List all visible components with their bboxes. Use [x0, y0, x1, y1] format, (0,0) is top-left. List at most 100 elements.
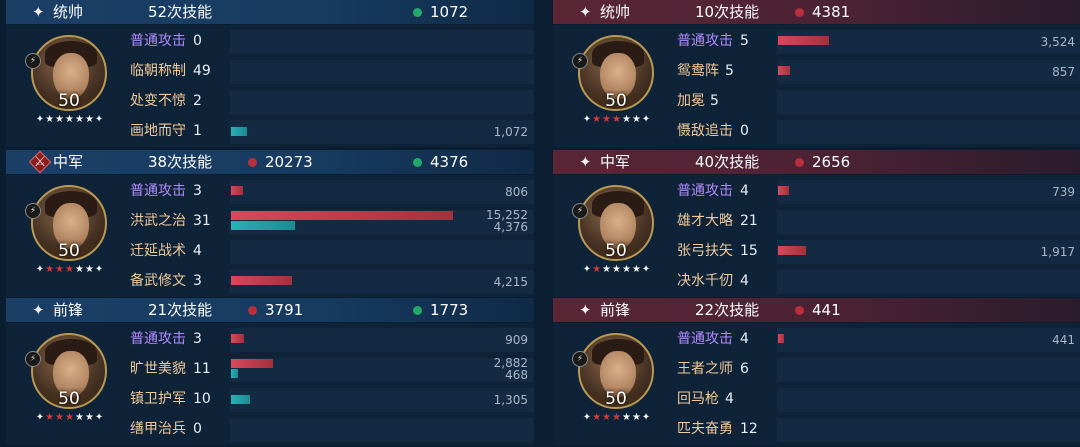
skill-use-count: 4 — [725, 391, 734, 407]
general-portrait[interactable]: ⚡ 50 ✦★★★★★✦ — [25, 331, 109, 443]
skill-row: 普通攻击 0 — [130, 29, 534, 55]
damage-total: 2656 — [795, 152, 850, 172]
general-header: ✦ 统帅 52次技能 1072 — [6, 0, 534, 24]
damage-value: 739 — [1052, 185, 1075, 199]
heal-bar — [231, 395, 250, 404]
skill-row: 匹夫奋勇 12 — [677, 417, 1080, 443]
sparkle-icon: ✦ — [579, 301, 592, 319]
level-label: 50 — [58, 241, 80, 261]
damage-bar — [231, 211, 453, 220]
skill-row: 镇卫护军 10 1,305 — [130, 387, 534, 413]
skill-name: 匹夫奋勇 — [677, 421, 733, 437]
skill-name: 张弓扶矢 — [677, 243, 733, 259]
heal-value: 1,072 — [493, 125, 528, 139]
skill-name: 处变不惊 — [130, 93, 186, 109]
damage-bar — [231, 334, 244, 343]
skill-row: 处变不惊 2 — [130, 89, 534, 115]
damage-value: 909 — [505, 333, 528, 347]
skill-bar-track — [777, 210, 1080, 234]
damage-value: 4381 — [812, 3, 851, 21]
skill-row: 画地而守 1 1,072 — [130, 119, 534, 145]
general-portrait[interactable]: ⚡ 50 ✦★★★★★✦ — [572, 331, 656, 443]
general-body: ⚡ 50 ✦★★★★★✦ 普通攻击 4 441 王者之师 6 回马枪 4 匹夫奋勇 12 — [553, 323, 1080, 445]
skill-use-count: 2 — [193, 93, 202, 109]
general-body: ⚡ 50 ✦★★★★★✦ 普通攻击 5 3,524 鸳鸯阵 5 857 加冕 5 慑敌追击 0 — [553, 25, 1080, 147]
skill-bar-track — [230, 240, 534, 264]
general-header: ✦ 统帅 10次技能 4381 — [553, 0, 1080, 24]
skill-count: 21次技能 — [148, 301, 213, 319]
skill-bar-track — [230, 328, 534, 352]
right-team-panel: ✦ 统帅 10次技能 4381 ⚡ 50 ✦★★★★★✦ 普通攻击 5 3,524 鸳鸯阵 5 857 加… — [553, 0, 1080, 447]
skill-name: 王者之师 — [677, 361, 733, 377]
skill-use-count: 31 — [193, 213, 211, 229]
heal-total: 1072 — [413, 2, 468, 22]
damage-value: 806 — [505, 185, 528, 199]
role-label: 中军 — [600, 153, 631, 171]
general-portrait[interactable]: ⚡ 50 ✦★★★★★✦ — [25, 183, 109, 295]
level-label: 50 — [58, 389, 80, 409]
general-body: ⚡ 50 ✦★★★★★✦ 普通攻击 0 临朝称制 49 处变不惊 2 画地而守 1 1,072 — [6, 25, 534, 147]
damage-bar — [778, 36, 829, 45]
role-label: 前锋 — [53, 301, 84, 319]
skill-bar-track — [230, 120, 534, 144]
damage-bar — [778, 334, 784, 343]
skill-row: 临朝称制 49 — [130, 59, 534, 85]
skill-count: 38次技能 — [148, 153, 213, 171]
damage-bar — [231, 276, 292, 285]
skill-use-count: 4 — [740, 273, 749, 289]
skill-name: 备武修文 — [130, 273, 186, 289]
damage-value: 3791 — [265, 301, 304, 319]
skill-name: 决水千仞 — [677, 273, 733, 289]
skill-bar-track — [230, 358, 534, 382]
troop-type-icon: ⚡ — [25, 53, 41, 69]
general-header: ⚔ 中军 38次技能 20273 4376 — [6, 150, 534, 174]
damage-value: 441 — [1052, 333, 1075, 347]
skill-name: 画地而守 — [130, 123, 186, 139]
skill-row: 雄才大略 21 — [677, 209, 1080, 235]
damage-bar — [231, 359, 273, 368]
damage-total: 20273 — [248, 152, 313, 172]
skill-bar-track — [777, 270, 1080, 294]
damage-bar — [778, 66, 790, 75]
skill-name: 迁延战术 — [130, 243, 186, 259]
skill-row: 鸳鸯阵 5 857 — [677, 59, 1080, 85]
skill-bar-track — [230, 388, 534, 412]
skill-name: 缮甲治兵 — [130, 421, 186, 437]
troop-type-icon: ⚡ — [572, 203, 588, 219]
heal-bar — [231, 369, 238, 378]
damage-value: 3,524 — [1040, 35, 1075, 49]
damage-total: 4381 — [795, 2, 850, 22]
skill-row: 迁延战术 4 — [130, 239, 534, 265]
heal-value: 4,376 — [493, 220, 528, 234]
general-portrait[interactable]: ⚡ 50 ✦★★★★★✦ — [572, 183, 656, 295]
skill-use-count: 15 — [740, 243, 758, 259]
star-rating: ✦★★★★★✦ — [35, 264, 105, 275]
skill-use-count: 11 — [193, 361, 211, 377]
general-portrait[interactable]: ⚡ 50 ✦★★★★★✦ — [25, 33, 109, 145]
heal-value: 4376 — [430, 153, 469, 171]
role-label: 中军 — [53, 153, 84, 171]
skill-bar-track — [230, 30, 534, 54]
damage-value: 20273 — [265, 153, 313, 171]
general-block: ⚔ 中军 38次技能 20273 4376 ⚡ 50 ✦★★★★★✦ 普通攻击 3 806 洪武之治 3… — [6, 150, 534, 297]
damage-value: 441 — [812, 301, 841, 319]
damage-value: 1,917 — [1040, 245, 1075, 259]
skill-row: 普通攻击 3 806 — [130, 179, 534, 205]
skill-bar-track — [777, 418, 1080, 442]
skill-use-count: 12 — [740, 421, 758, 437]
skill-use-count: 0 — [193, 421, 202, 437]
skill-count: 52次技能 — [148, 3, 213, 21]
skill-bar-track — [230, 90, 534, 114]
troop-type-icon: ⚡ — [572, 53, 588, 69]
star-rating: ✦★★★★★✦ — [582, 264, 652, 275]
skill-row: 加冕 5 — [677, 89, 1080, 115]
damage-dot-icon — [795, 306, 804, 315]
heal-value: 1,305 — [493, 393, 528, 407]
skill-name: 镇卫护军 — [130, 391, 186, 407]
skill-name: 洪武之治 — [130, 213, 186, 229]
skill-bar-track — [230, 418, 534, 442]
skill-row: 洪武之治 31 15,252 4,376 — [130, 209, 534, 235]
skill-bar-track — [777, 180, 1080, 204]
skill-name: 加冕 — [677, 93, 705, 109]
general-portrait[interactable]: ⚡ 50 ✦★★★★★✦ — [572, 33, 656, 145]
